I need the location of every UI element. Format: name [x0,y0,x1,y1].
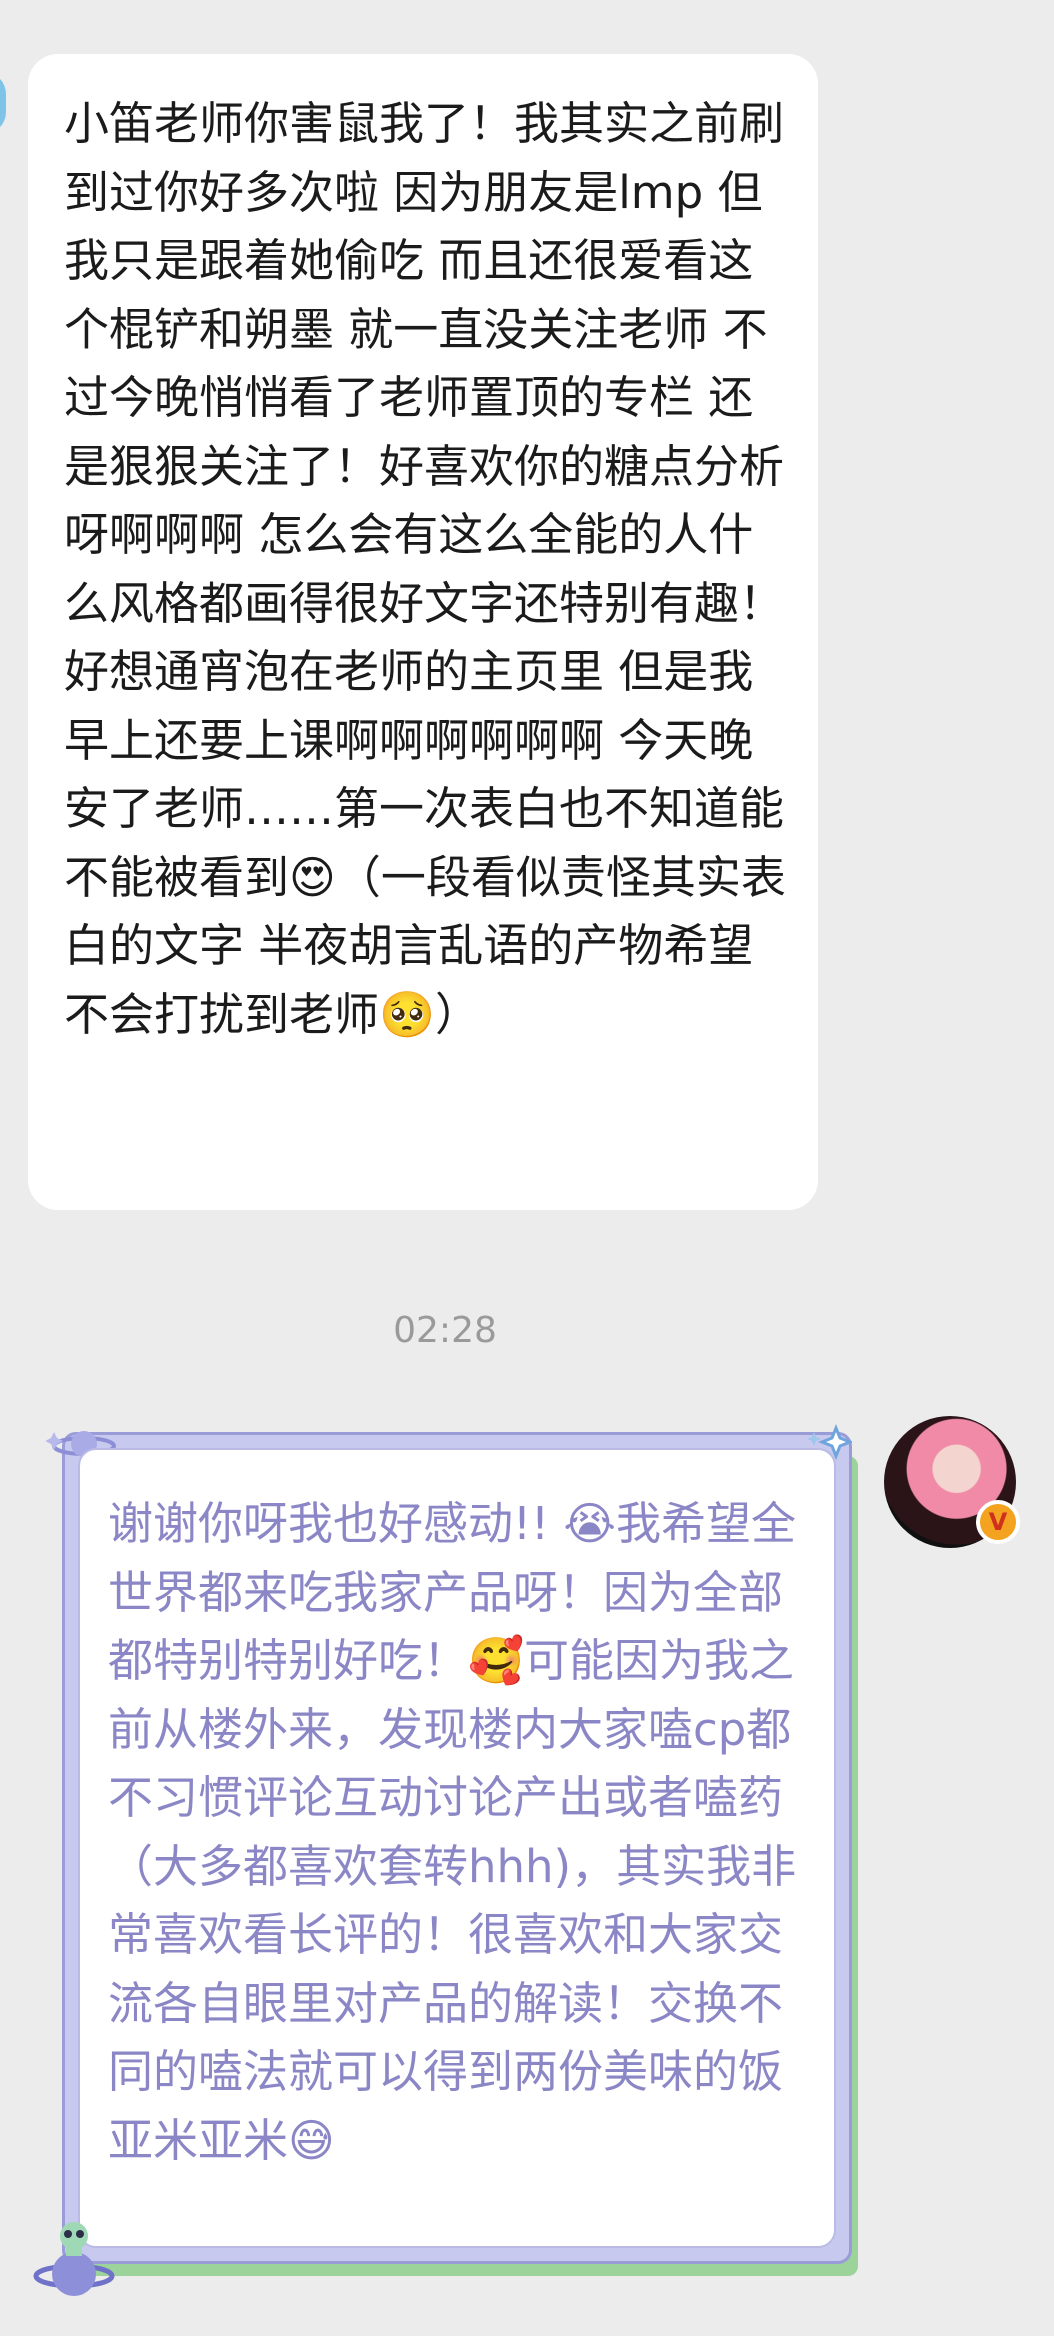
outgoing-message-bubble[interactable]: 谢谢你呀我也好感动!! 😭我希望全世界都来吃我家产品呀！因为全部都特别特别好吃！… [78,1448,836,2248]
verified-badge-icon: V [976,1500,1020,1544]
incoming-message-bubble[interactable]: 小笛老师你害鼠我了！我其实之前刷到过你好多次啦 因为朋友是lmp 但我只是跟着她… [28,54,818,1210]
sender-avatar-partial[interactable] [0,72,6,134]
incoming-message-text: 小笛老师你害鼠我了！我其实之前刷到过你好多次啦 因为朋友是lmp 但我只是跟着她… [64,97,786,1041]
message-timestamp: 02:28 [393,1310,497,1351]
alien-planet-icon [33,2222,115,2296]
outgoing-message-text: 谢谢你呀我也好感动!! 😭我希望全世界都来吃我家产品呀！因为全部都特别特别好吃！… [108,1497,797,2167]
